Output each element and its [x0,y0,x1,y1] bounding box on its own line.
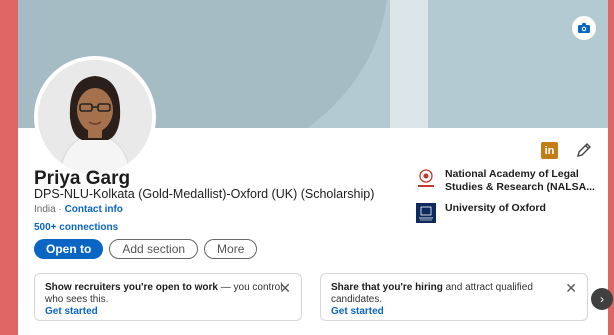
oxford-logo [415,202,437,224]
close-icon[interactable]: ✕ [565,280,577,297]
linkedin-icon: in [544,144,555,157]
open-to-button[interactable]: Open to [34,239,104,259]
linkedin-badge[interactable]: in [541,142,558,159]
get-started-link[interactable]: Get started [45,306,291,318]
education-name: University of Oxford [445,202,546,215]
more-button[interactable]: More [204,239,258,259]
contact-info-link[interactable]: Contact info [65,204,123,215]
profile-headline: DPS-NLU-Kolkata (Gold-Medallist)-Oxford … [34,187,375,201]
profile-photo[interactable] [34,56,156,178]
profile-location: India [34,204,56,215]
close-icon[interactable]: ✕ [279,280,291,297]
nalsar-logo [415,168,437,190]
education-name: National Academy of Legal Studies & Rese… [445,168,595,194]
hiring-card[interactable]: Share that you're hiring and attract qua… [320,273,588,321]
education-item[interactable]: National Academy of Legal Studies & Rese… [415,168,605,194]
profile-actions: Open to Add section More [34,239,258,259]
add-section-button[interactable]: Add section [109,239,199,259]
avatar [38,60,152,174]
education-list: National Academy of Legal Studies & Rese… [415,168,605,232]
edit-intro-button[interactable] [575,141,593,159]
profile-card: in Priya Garg DPS-NLU-Kolkata (Gold-Meda… [18,0,608,335]
get-started-link[interactable]: Get started [331,306,577,318]
education-item[interactable]: University of Oxford [415,202,605,224]
banner-stripe [390,0,428,128]
promo-bold-text: Show recruiters you're open to work [45,282,218,293]
edit-banner-button[interactable] [572,16,596,40]
open-to-work-card[interactable]: Show recruiters you're open to work — yo… [34,273,302,321]
promo-bold-text: Share that you're hiring [331,282,443,293]
pencil-icon [577,143,591,157]
camera-icon [578,23,590,33]
location-separator: · [55,204,65,215]
connections-link[interactable]: 500+ connections [34,222,118,233]
carousel-next-button[interactable]: › [591,288,613,310]
profile-location-row: India · Contact info [34,204,123,215]
chevron-right-icon: › [600,292,604,306]
